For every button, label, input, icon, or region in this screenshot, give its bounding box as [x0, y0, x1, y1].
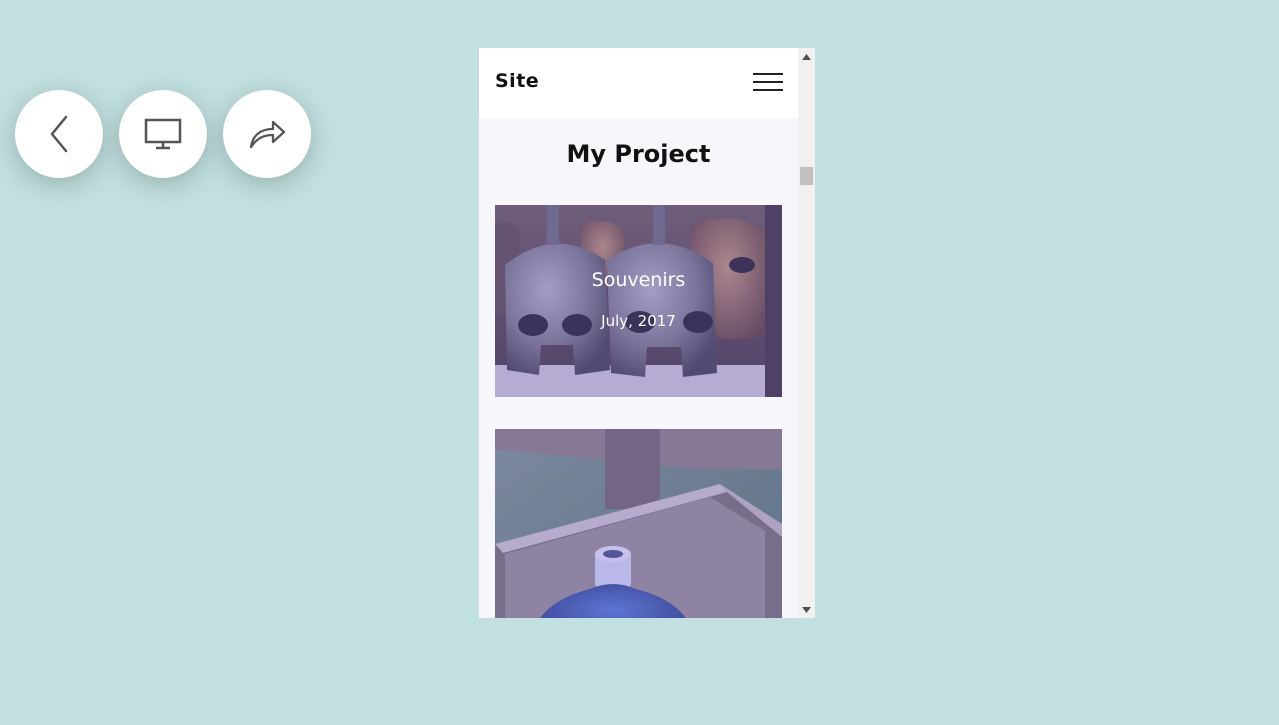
scrollbar[interactable] — [798, 48, 815, 618]
scroll-down-arrow-icon[interactable] — [798, 601, 815, 618]
project-card-bottle[interactable] — [495, 429, 782, 618]
section-title: My Project — [566, 140, 711, 168]
card-overlay — [495, 429, 782, 618]
back-button[interactable] — [15, 90, 103, 178]
monitor-icon — [144, 118, 182, 150]
hamburger-menu-icon[interactable] — [753, 72, 783, 92]
project-card-souvenirs[interactable]: Souvenirs July, 2017 — [495, 205, 782, 397]
card-title: Souvenirs — [591, 269, 686, 291]
scrollbar-thumb[interactable] — [800, 167, 813, 185]
share-button[interactable] — [223, 90, 311, 178]
mobile-preview-frame: Site My Project Souvenirs July, 2017 — [479, 48, 815, 618]
card-overlay — [495, 205, 782, 397]
card-date: July, 2017 — [601, 312, 676, 330]
desktop-view-button[interactable] — [119, 90, 207, 178]
scroll-up-arrow-icon[interactable] — [798, 48, 815, 65]
chevron-left-icon — [50, 115, 68, 153]
site-header: Site — [479, 48, 798, 118]
site-brand[interactable]: Site — [495, 70, 539, 92]
page-content: Site My Project Souvenirs July, 2017 — [479, 48, 798, 618]
share-arrow-icon — [249, 120, 286, 149]
